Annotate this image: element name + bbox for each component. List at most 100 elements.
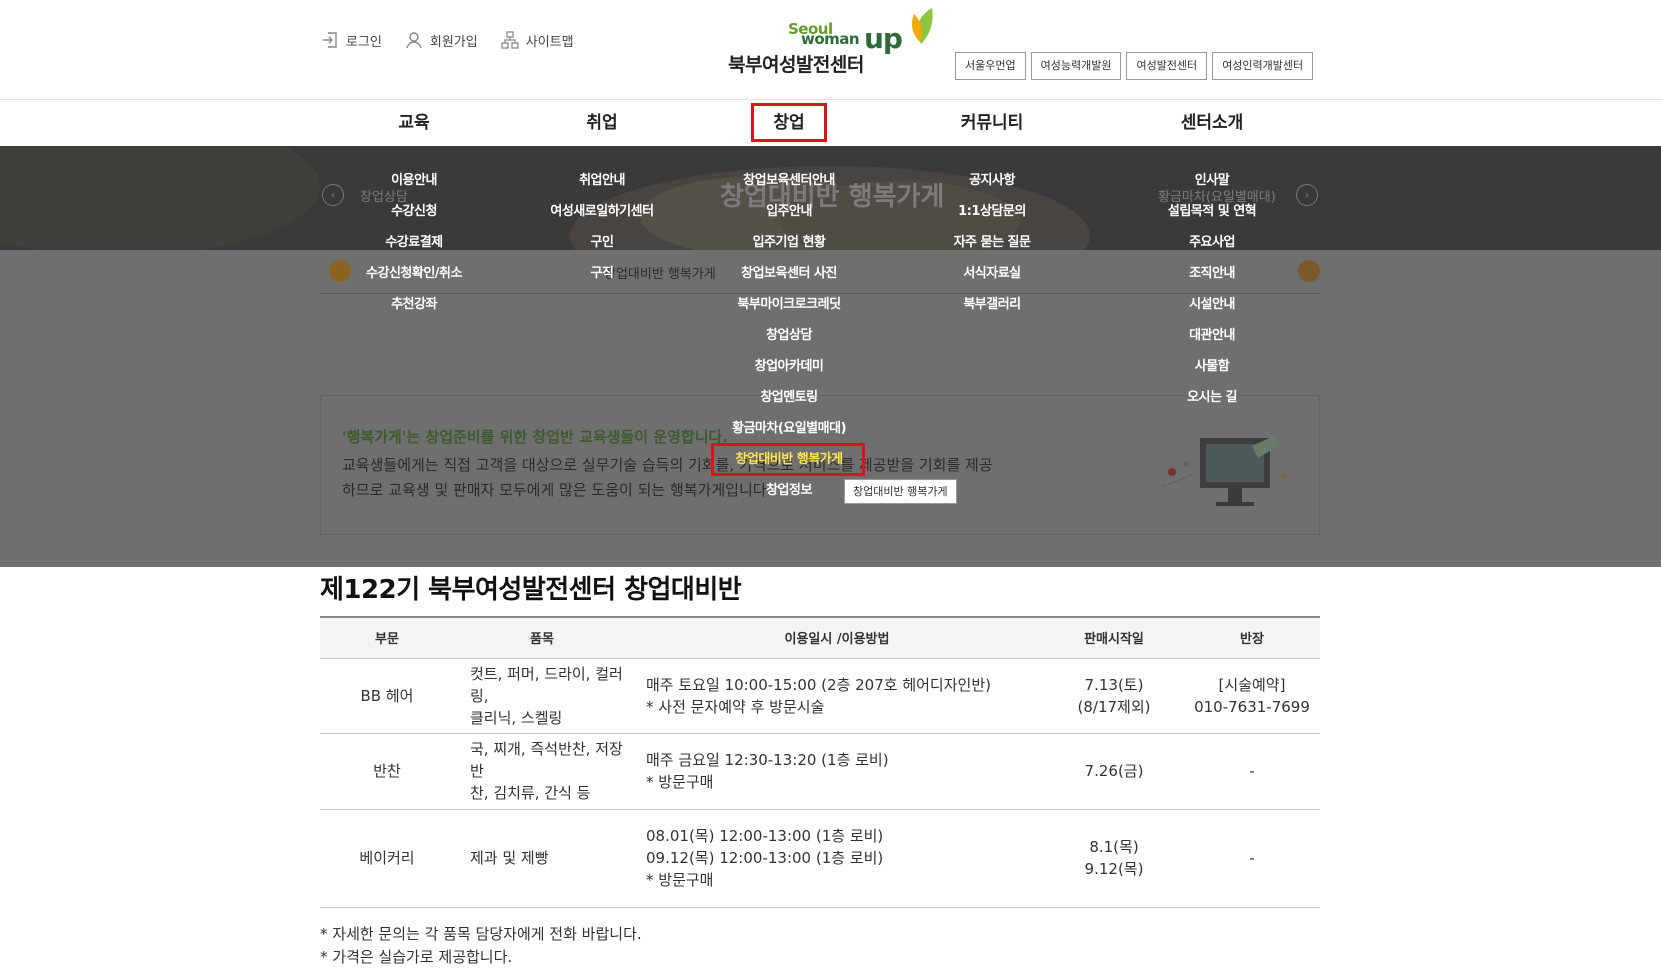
logo-woman-text: woman	[801, 30, 860, 48]
menu-startup-academy[interactable]: 창업아카데미	[689, 358, 889, 389]
cell-start-date: 8.1(목) 9.12(목)	[1044, 809, 1184, 908]
cell-items: 제과 및 제빵	[454, 809, 630, 908]
menu-facilities[interactable]: 시설안내	[1112, 296, 1312, 327]
menu-organization[interactable]: 조직안내	[1112, 265, 1312, 296]
join-label: 회원가입	[429, 34, 478, 50]
menu-locker[interactable]: 사물함	[1112, 358, 1312, 389]
sitemap-link[interactable]: 사이트맵	[500, 30, 574, 50]
cell-line: * 방문구매	[646, 773, 714, 791]
gnb-community[interactable]: 커뮤니티	[922, 100, 1062, 146]
cell-items: 국, 찌개, 즉석반찬, 저장반 찬, 김치류, 간식 등	[454, 733, 630, 810]
cell-line: 09.12(목) 12:00-13:00 (1층 로비)	[646, 849, 884, 867]
cell-leader: -	[1184, 733, 1320, 810]
utility-links: 로그인 회원가입 사이트맵	[320, 30, 574, 50]
family-link-women-workforce[interactable]: 여성인력개발센터	[1212, 52, 1314, 80]
table-row: 반찬 국, 찌개, 즉석반찬, 저장반 찬, 김치류, 간식 등 매주 금요일 …	[320, 733, 1320, 810]
cell-line: 7.26(금)	[1084, 762, 1144, 780]
cell-line: 7.13(토)	[1084, 675, 1144, 694]
menu-move-in-guide[interactable]: 입주안내	[689, 203, 889, 234]
cell-line: 8.1(목)	[1089, 838, 1139, 856]
menu-microcredit[interactable]: 북부마이크로크레딧	[689, 296, 889, 327]
menu-apply-check-cancel[interactable]: 수강신청확인/취소	[314, 265, 514, 296]
menu-directions[interactable]: 오시는 길	[1112, 389, 1312, 420]
menu-employment-guide[interactable]: 취업안내	[502, 172, 702, 203]
intro-headline: '행복가게'는 창업준비를 위한 창업반 교육생들이 운영합니다.	[342, 428, 728, 446]
menu-usage-guide[interactable]: 이용안내	[314, 172, 514, 203]
cell-line: 제과 및 제빵	[470, 849, 549, 867]
login-link[interactable]: 로그인	[320, 30, 382, 50]
menu-course-apply[interactable]: 수강신청	[314, 203, 514, 234]
menu-tenant-status[interactable]: 입주기업 현황	[689, 234, 889, 265]
cell-line: 08.01(목) 12:00-13:00 (1층 로비)	[646, 827, 884, 845]
family-link-women-dev-center[interactable]: 여성발전센터	[1126, 52, 1208, 80]
cell-schedule: 매주 금요일 12:30-13:20 (1층 로비) * 방문구매	[630, 733, 1044, 810]
gnb-about[interactable]: 센터소개	[1142, 100, 1282, 146]
site-logo[interactable]: Seoul woman up 북부여성발전센터	[728, 4, 938, 76]
menu-incubator-guide[interactable]: 창업보육센터안내	[689, 172, 889, 203]
cell-category: 베이커리	[320, 809, 454, 908]
cell-line: 매주 토요일 10:00-15:00 (2층 207호 헤어디자인반)	[646, 675, 991, 694]
col-schedule: 이용일시 /이용방법	[630, 616, 1044, 659]
cell-line: -	[1249, 849, 1255, 867]
cell-line: 클리닉, 스켈링	[470, 708, 563, 727]
table-row: 베이커리 제과 및 제빵 08.01(목) 12:00-13:00 (1층 로비…	[320, 809, 1320, 908]
sitemap-label: 사이트맵	[525, 34, 574, 50]
gnb-employment[interactable]: 취업	[532, 100, 672, 146]
cell-start-date: 7.26(금)	[1044, 733, 1184, 810]
dropdown-community: 공지사항 1:1상담문의 자주 묻는 질문 서식자료실 북부갤러리	[892, 172, 1092, 327]
monitor-illustration-icon	[1163, 436, 1287, 506]
menu-startup-consulting[interactable]: 창업상담	[689, 327, 889, 358]
menu-forms[interactable]: 서식자료실	[892, 265, 1092, 296]
cell-line: (8/17제외)	[1077, 697, 1151, 716]
menu-recommended-course[interactable]: 추천강좌	[314, 296, 514, 327]
menu-inquiry[interactable]: 1:1상담문의	[892, 203, 1092, 234]
col-items: 품목	[454, 616, 630, 659]
cell-leader: -	[1184, 809, 1320, 908]
user-icon	[406, 32, 422, 49]
cell-category: 반찬	[320, 733, 454, 810]
cell-category: BB 헤어	[320, 658, 454, 734]
table-header-row: 부문 품목 이용일시 /이용방법 판매시작일 반장	[320, 616, 1320, 659]
menu-saeil-center[interactable]: 여성새로일하기센터	[502, 203, 702, 234]
col-start-date: 판매시작일	[1044, 616, 1184, 659]
gnb-education[interactable]: 교육	[344, 100, 484, 146]
intro-line-2: 교육생들에게는 직접 고객을 대상으로 실무기술 습득의 기회를, 가격으로 서…	[342, 456, 993, 474]
menu-startup-mentoring[interactable]: 창업멘토링	[689, 389, 889, 420]
login-label: 로그인	[346, 34, 382, 50]
cell-line: * 사전 문자예약 후 방문시술	[646, 697, 825, 716]
cell-schedule: 08.01(목) 12:00-13:00 (1층 로비) 09.12(목) 12…	[630, 809, 1044, 908]
cell-line: 010-7631-7699	[1194, 697, 1310, 716]
col-category: 부문	[320, 616, 454, 659]
gnb-startup-highlight	[751, 103, 827, 142]
menu-gallery[interactable]: 북부갤러리	[892, 296, 1092, 327]
family-link-seoulwomanup[interactable]: 서울우먼업	[955, 52, 1026, 80]
menu-job-seek[interactable]: 구직	[502, 265, 702, 296]
menu-greeting[interactable]: 인사말	[1112, 172, 1312, 203]
menu-notice[interactable]: 공지사항	[892, 172, 1092, 203]
menu-incubator-photos[interactable]: 창업보육센터 사진	[689, 265, 889, 296]
note-line: * 자세한 문의는 각 품목 담당자에게 전화 바랍니다.	[320, 925, 642, 943]
cell-line: 컷트, 퍼머, 드라이, 컬러링,	[470, 664, 623, 705]
cell-start-date: 7.13(토) (8/17제외)	[1044, 658, 1184, 734]
table-notes: * 자세한 문의는 각 품목 담당자에게 전화 바랍니다. * 가격은 실습가로…	[320, 923, 642, 969]
menu-main-business[interactable]: 주요사업	[1112, 234, 1312, 265]
cell-items: 컷트, 퍼머, 드라이, 컬러링, 클리닉, 스켈링	[454, 658, 630, 734]
dropdown-employment: 취업안내 여성새로일하기센터 구인 구직	[502, 172, 702, 296]
join-link[interactable]: 회원가입	[404, 30, 478, 50]
menu-history[interactable]: 설립목적 및 연혁	[1112, 203, 1312, 234]
note-line: * 가격은 실습가로 제공합니다.	[320, 948, 513, 966]
menu-rental[interactable]: 대관안내	[1112, 327, 1312, 358]
logo-up-text: up	[864, 22, 903, 55]
menu-job-offer[interactable]: 구인	[502, 234, 702, 265]
family-link-ability-dev[interactable]: 여성능력개발원	[1030, 52, 1122, 80]
menu-tuition-payment[interactable]: 수강료결제	[314, 234, 514, 265]
page: 로그인 회원가입 사이트맵 Seoul woman up 북부여성발전센터 서울…	[0, 0, 1661, 971]
cell-schedule: 매주 토요일 10:00-15:00 (2층 207호 헤어디자인반) * 사전…	[630, 658, 1044, 734]
family-site-links: 서울우먼업 여성능력개발원 여성발전센터 여성인력개발센터	[955, 52, 1314, 80]
menu-faq[interactable]: 자주 묻는 질문	[892, 234, 1092, 265]
col-leader: 반장	[1184, 616, 1320, 659]
sitemap-icon	[501, 31, 519, 49]
main-navigation: 교육 취업 창업 커뮤니티 센터소개	[0, 100, 1661, 146]
dropdown-about: 인사말 설립목적 및 연혁 주요사업 조직안내 시설안내 대관안내 사물함 오시…	[1112, 172, 1312, 420]
cell-line: 국, 찌개, 즉석반찬, 저장반	[470, 740, 623, 780]
